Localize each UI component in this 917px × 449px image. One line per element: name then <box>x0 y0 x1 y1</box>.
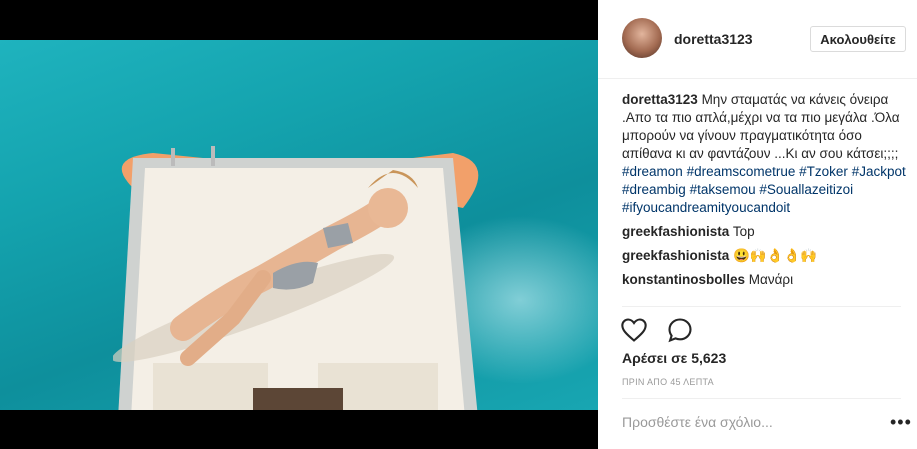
hashtag-link[interactable]: #dreamscometrue <box>687 164 796 179</box>
hashtag-link[interactable]: #Souallazeitizoi <box>759 182 853 197</box>
comment-item: greekfashionista Top <box>622 223 912 241</box>
comment-item: konstantinosbolles Μανάρι <box>622 271 912 289</box>
action-bar <box>620 316 708 344</box>
following-button[interactable]: Ακολουθείτε <box>810 26 906 52</box>
hashtag-link[interactable]: #Tzoker <box>799 164 848 179</box>
more-options-icon[interactable]: ••• <box>890 413 912 431</box>
post-media <box>0 0 598 449</box>
likes-count[interactable]: Αρέσει σε 5,623 <box>622 350 726 366</box>
post-header: doretta3123 Ακολουθείτε <box>598 0 917 79</box>
timestamp[interactable]: ΠΡΙΝ ΑΠΟ 45 ΛΕΠΤΑ <box>622 377 714 387</box>
comment-text: Top <box>732 224 755 239</box>
comment-item: greekfashionista 😃🙌👌👌🙌 <box>622 247 912 265</box>
comment-text: Μανάρι <box>748 272 794 287</box>
comment-username[interactable]: konstantinosbolles <box>622 272 745 287</box>
pedal-boat-illustration <box>113 146 479 410</box>
hashtag-link[interactable]: #ifyoucandreamityoucandoit <box>622 200 790 215</box>
heart-icon[interactable] <box>620 316 648 344</box>
post-photo[interactable] <box>0 40 598 410</box>
caption: doretta3123 Μην σταματάς να κάνεις όνειρ… <box>622 91 912 217</box>
comment-username[interactable]: greekfashionista <box>622 224 729 239</box>
divider <box>622 306 901 307</box>
post-side-panel: doretta3123 Ακολουθείτε doretta3123 Μην … <box>598 0 917 449</box>
caption-username[interactable]: doretta3123 <box>622 92 698 107</box>
comment-username[interactable]: greekfashionista <box>622 248 729 263</box>
comments-list: doretta3123 Μην σταματάς να κάνεις όνειρ… <box>622 91 912 289</box>
avatar[interactable] <box>622 18 662 58</box>
comment-text: 😃🙌👌👌🙌 <box>733 248 818 263</box>
hashtag-link[interactable]: #dreamon <box>622 164 683 179</box>
header-username[interactable]: doretta3123 <box>674 31 753 47</box>
hashtag-link[interactable]: #Jackpot <box>852 164 906 179</box>
hashtag-link[interactable]: #dreambig <box>622 182 686 197</box>
divider <box>622 398 901 399</box>
add-comment-input[interactable]: Προσθέστε ένα σχόλιο... <box>622 414 773 430</box>
hashtag-link[interactable]: #taksemou <box>690 182 756 197</box>
comment-bubble-icon[interactable] <box>666 316 694 344</box>
